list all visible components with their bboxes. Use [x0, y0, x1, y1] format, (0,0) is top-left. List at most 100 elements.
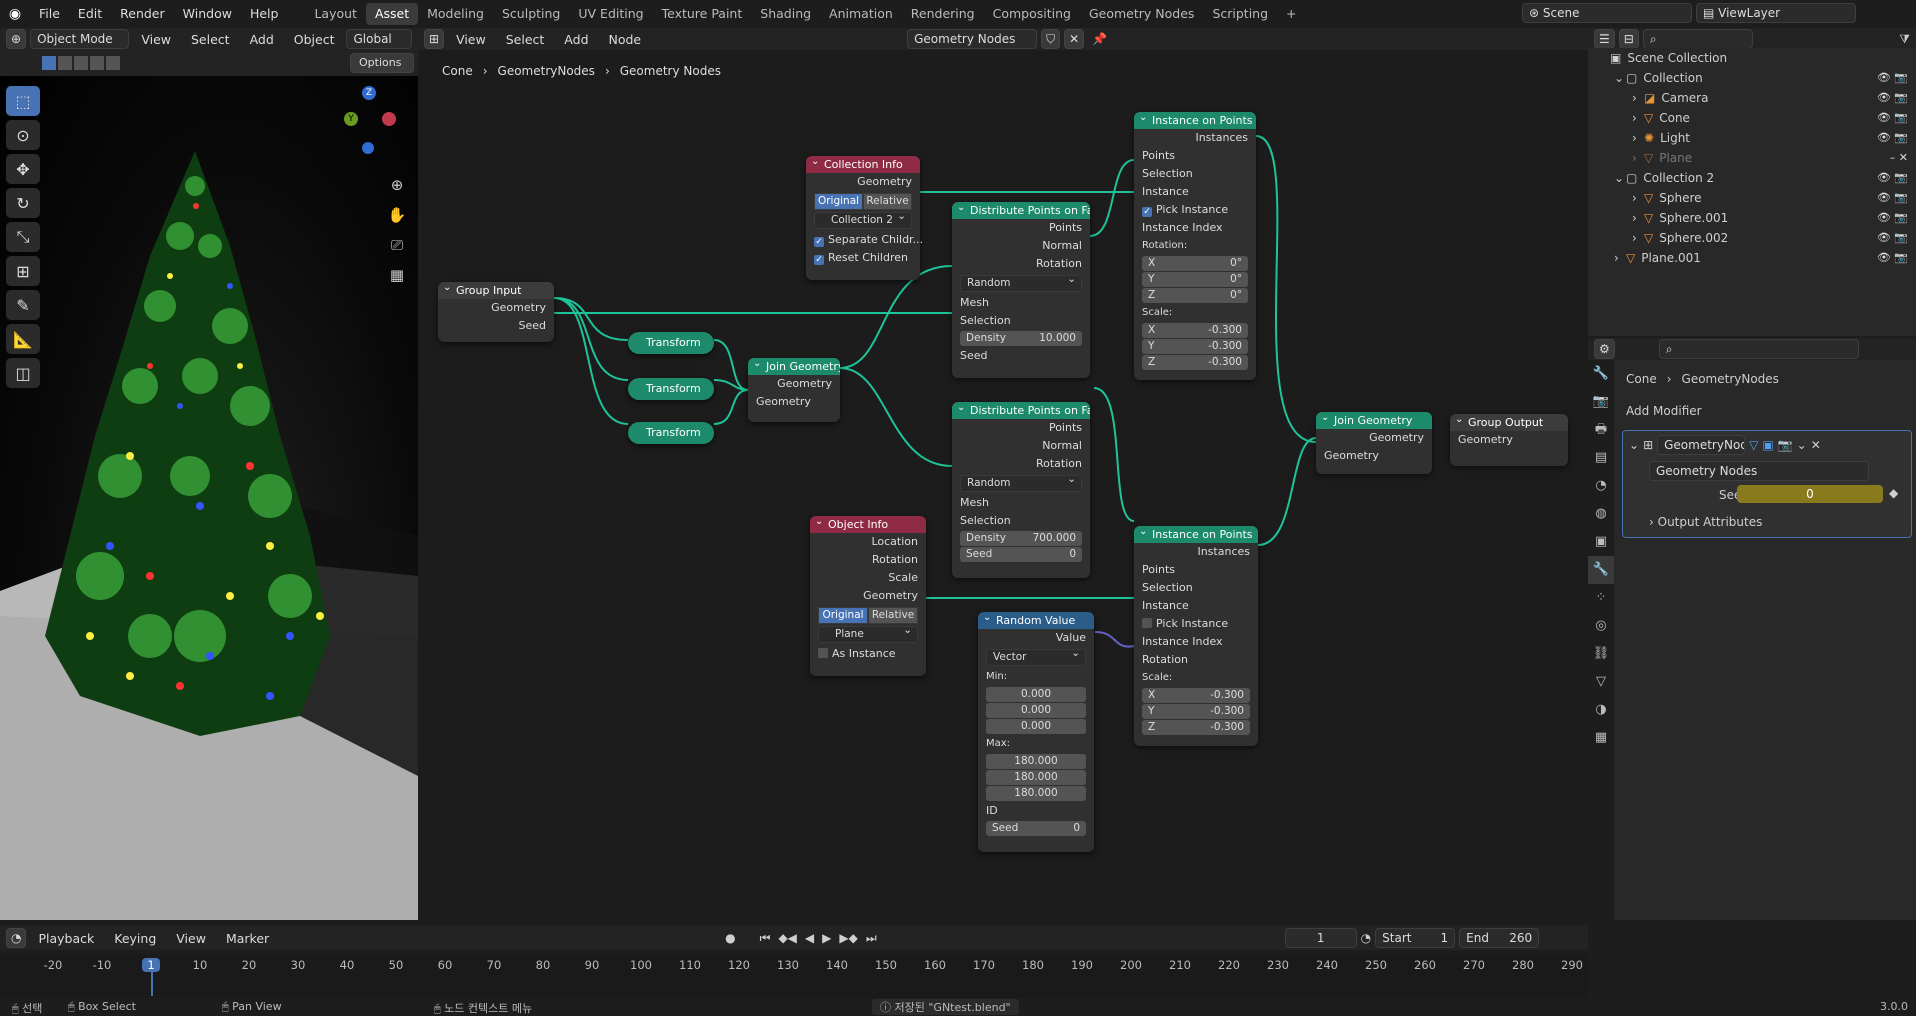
- node-menu-view[interactable]: View: [448, 32, 494, 47]
- data-type-select[interactable]: Vector: [986, 646, 1086, 666]
- collection-field[interactable]: Collection 2: [814, 209, 912, 229]
- timeline-editor-type-icon[interactable]: ◔: [6, 928, 27, 948]
- transform-tool-icon[interactable]: ⊞: [6, 256, 40, 286]
- pan-hand-icon[interactable]: ✋: [384, 200, 410, 230]
- camera-view-icon[interactable]: ⎚: [384, 230, 410, 260]
- blender-logo-icon[interactable]: ◉: [0, 6, 30, 22]
- edit-mode-toggle-icon[interactable]: ▽: [1749, 438, 1758, 452]
- current-frame-field[interactable]: 1: [1284, 928, 1357, 948]
- node-editor-canvas[interactable]: Cone› GeometryNodes› Geometry Nodes Grou…: [418, 50, 1588, 920]
- node-random-value[interactable]: Random Value Value Vector Min: 0.000 0.0…: [978, 612, 1094, 852]
- min-y-field[interactable]: 0.000: [986, 703, 1086, 718]
- keyframe-diamond-icon[interactable]: ◆: [1889, 486, 1898, 500]
- max-x-field[interactable]: 180.000: [986, 754, 1086, 769]
- min-z-field[interactable]: 0.000: [986, 719, 1086, 734]
- fake-user-shield-icon[interactable]: ⛉: [1041, 29, 1061, 49]
- node-group-output[interactable]: Group Output Geometry: [1450, 414, 1568, 466]
- as-instance-checkbox[interactable]: As Instance: [810, 645, 926, 663]
- workspace-tab-modeling[interactable]: Modeling: [418, 3, 493, 25]
- output-attributes-panel[interactable]: › Output Attributes: [1649, 515, 1762, 529]
- menu-help[interactable]: Help: [241, 0, 288, 28]
- node-distribute-points-2[interactable]: Distribute Points on Face Points Normal …: [952, 402, 1090, 578]
- timeline-menu-playback[interactable]: Playback: [30, 931, 102, 946]
- max-z-field[interactable]: 180.000: [986, 786, 1086, 801]
- annotate-tool-icon[interactable]: ✎: [6, 290, 40, 320]
- data-tab-icon[interactable]: ▽: [1588, 668, 1614, 696]
- status-saved-report[interactable]: ⓘ 저장된 "GNtest.blend": [872, 999, 1019, 1015]
- node-instance-on-points-1[interactable]: Instance on Points Instances Points Sele…: [1134, 112, 1256, 380]
- workspace-tab-uv-editing[interactable]: UV Editing: [569, 3, 652, 25]
- remove-modifier-icon[interactable]: ✕: [1811, 438, 1821, 452]
- scene-selector[interactable]: ⊛ Scene: [1522, 3, 1692, 23]
- start-frame-field[interactable]: Start 1: [1375, 928, 1456, 948]
- viewport-menu-select[interactable]: Select: [183, 32, 238, 47]
- viewport-menu-add[interactable]: Add: [242, 32, 282, 47]
- seed-value-field[interactable]: 0: [1737, 485, 1883, 503]
- scale-x-field[interactable]: X -0.300: [1142, 323, 1248, 338]
- auto-keying-icon[interactable]: ●: [725, 931, 735, 945]
- rotation-x-field[interactable]: X 0°: [1142, 256, 1248, 271]
- editor-type-icon[interactable]: ⊕: [6, 29, 27, 49]
- node-instance-on-points-2[interactable]: Instance on Points Instances Points Sele…: [1134, 526, 1258, 746]
- node-distribute-points-1[interactable]: Distribute Points on Faces Points Normal…: [952, 202, 1090, 378]
- scale-y-field[interactable]: Y -0.300: [1142, 704, 1250, 719]
- original-option[interactable]: Original: [818, 607, 868, 624]
- menu-render[interactable]: Render: [111, 0, 174, 28]
- node-collection-info[interactable]: Collection Info Geometry OriginalRelativ…: [806, 156, 923, 280]
- node-menu-select[interactable]: Select: [498, 32, 553, 47]
- scene-tab-icon[interactable]: ◔: [1588, 472, 1614, 500]
- workspace-tab-asset[interactable]: Asset: [365, 3, 419, 25]
- playhead[interactable]: [151, 972, 153, 996]
- pin-icon[interactable]: 📌: [1088, 32, 1111, 46]
- outliner-item-camera[interactable]: › ◪ Camera: [1588, 88, 1916, 108]
- node-join-geometry-1[interactable]: Join Geometry Geometry Geometry: [748, 358, 840, 422]
- scale-tool-icon[interactable]: ⤡: [6, 222, 40, 252]
- relative-option[interactable]: Relative: [868, 607, 918, 624]
- constraints-tab-icon[interactable]: ⛓: [1588, 640, 1614, 668]
- pick-instance-checkbox[interactable]: Pick Instance: [1134, 615, 1258, 633]
- outliner-item-sphere-002[interactable]: › ▽ Sphere.002: [1588, 228, 1916, 248]
- add-modifier-menu[interactable]: Add Modifier: [1626, 404, 1908, 418]
- gizmo-neg-z-icon[interactable]: [362, 142, 374, 154]
- properties-editor-type-icon[interactable]: ⚙: [1594, 339, 1615, 359]
- workspace-tab-layout[interactable]: Layout: [305, 3, 366, 25]
- close-node-group-icon[interactable]: ✕: [1064, 29, 1085, 49]
- material-tab-icon[interactable]: ◑: [1588, 696, 1614, 724]
- next-keyframe-icon[interactable]: ▶◆: [839, 931, 857, 946]
- distribute-mode-select[interactable]: Random: [960, 472, 1082, 492]
- workspace-tab-scripting[interactable]: Scripting: [1203, 3, 1277, 25]
- timeline-menu-marker[interactable]: Marker: [218, 931, 277, 946]
- menu-file[interactable]: File: [30, 0, 69, 28]
- original-option[interactable]: Original: [814, 193, 863, 210]
- node-group-field[interactable]: Geometry Nodes: [1649, 461, 1869, 481]
- viewport-toggle-icon[interactable]: ▣: [1762, 438, 1773, 452]
- outliner-editor-type-icon[interactable]: ☰: [1594, 29, 1615, 49]
- modifier-name-field[interactable]: GeometryNod...: [1657, 435, 1746, 455]
- workspace-tab-geometry-nodes[interactable]: Geometry Nodes: [1080, 3, 1203, 25]
- gizmo-z-icon[interactable]: Z: [362, 86, 376, 100]
- dropdown-icon[interactable]: ⌄: [1797, 438, 1807, 452]
- mode-selector[interactable]: Object Mode: [30, 29, 130, 49]
- zoom-icon[interactable]: ⊕: [384, 170, 410, 200]
- 3d-viewport[interactable]: ⬚ ⊙ ✥ ↻ ⤡ ⊞ ✎ 📐 ◫ Z Y ⊕ ✋ ⎚ ▦: [0, 76, 418, 920]
- scale-x-field[interactable]: X -0.300: [1142, 688, 1250, 703]
- select-box-tool-icon[interactable]: ⬚: [6, 86, 40, 116]
- rotation-y-field[interactable]: Y 0°: [1142, 272, 1248, 287]
- max-y-field[interactable]: 180.000: [986, 770, 1086, 785]
- rotate-tool-icon[interactable]: ↻: [6, 188, 40, 218]
- separate-children-checkbox[interactable]: ✓ Separate Childr...: [806, 231, 923, 249]
- scale-z-field[interactable]: Z -0.300: [1142, 720, 1250, 735]
- pick-instance-checkbox[interactable]: ✓ Pick Instance: [1134, 201, 1256, 219]
- view-layer-selector[interactable]: ▤ ViewLayer: [1696, 3, 1856, 23]
- outliner-item-plane[interactable]: › ▽ Plane: [1588, 148, 1916, 168]
- texture-tab-icon[interactable]: ▦: [1588, 724, 1614, 752]
- outliner-item-cone[interactable]: › ▽ Cone: [1588, 108, 1916, 128]
- navigation-gizmo[interactable]: Z Y: [334, 86, 404, 156]
- workspace-tab-shading[interactable]: Shading: [751, 3, 820, 25]
- timeline-ruler[interactable]: -20 -10 1 10 20 30 40 50 60 70 80 90 100 110 120 130 140…: [0, 954, 1588, 998]
- node-join-geometry-2[interactable]: Join Geometry Geometry Geometry: [1316, 412, 1432, 474]
- grid-view-icon[interactable]: ▦: [384, 260, 410, 290]
- viewport-menu-view[interactable]: View: [133, 32, 179, 47]
- node-group-selector[interactable]: Geometry Nodes: [907, 29, 1038, 49]
- timeline-menu-view[interactable]: View: [168, 931, 214, 946]
